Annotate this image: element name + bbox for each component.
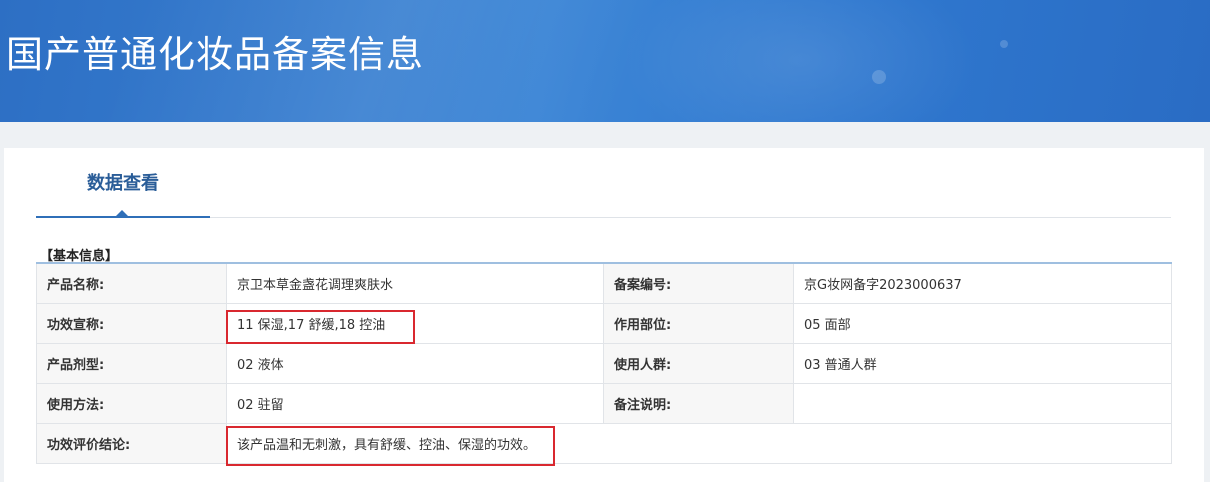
tab-data-view[interactable]: 数据查看 xyxy=(36,148,210,218)
tab-active-caret-icon xyxy=(115,210,129,217)
efficacy-claim-label: 功效宣称: xyxy=(36,302,227,344)
remarks-label: 备注说明: xyxy=(603,382,794,424)
content-card: 数据查看 【基本信息】 产品名称: 京卫本草金盏花调理爽肤水 备案编号: 京G妆… xyxy=(4,148,1204,482)
target-population-label: 使用人群: xyxy=(603,342,794,384)
target-population-value: 03 普通人群 xyxy=(793,342,1172,384)
product-name-label: 产品名称: xyxy=(36,262,227,304)
application-area-value: 05 面部 xyxy=(793,302,1172,344)
record-number-value: 京G妆网备字2023000637 xyxy=(793,262,1172,304)
tab-bar: 数据查看 xyxy=(36,148,1171,218)
page-banner: 国产普通化妆品备案信息 xyxy=(0,0,1210,122)
banner-glow xyxy=(620,0,980,122)
dosage-form-value: 02 液体 xyxy=(226,342,604,384)
table-row: 产品剂型: 02 液体 使用人群: 03 普通人群 xyxy=(36,342,1172,384)
table-row: 使用方法: 02 驻留 备注说明: xyxy=(36,382,1172,424)
table-row: 功效评价结论: 该产品温和无刺激，具有舒缓、控油、保湿的功效。 xyxy=(36,422,1172,464)
efficacy-conclusion-label: 功效评价结论: xyxy=(36,422,227,464)
table-row: 产品名称: 京卫本草金盏花调理爽肤水 备案编号: 京G妆网备字202300063… xyxy=(36,262,1172,304)
efficacy-conclusion-value: 该产品温和无刺激，具有舒缓、控油、保湿的功效。 xyxy=(226,422,1172,464)
usage-method-value: 02 驻留 xyxy=(226,382,604,424)
efficacy-claim-value: 11 保湿,17 舒缓,18 控油 xyxy=(226,302,604,344)
page-title: 国产普通化妆品备案信息 xyxy=(6,33,424,76)
banner-dot xyxy=(872,70,886,84)
dosage-form-label: 产品剂型: xyxy=(36,342,227,384)
record-number-label: 备案编号: xyxy=(603,262,794,304)
table-row: 功效宣称: 11 保湿,17 舒缓,18 控油 作用部位: 05 面部 xyxy=(36,302,1172,344)
usage-method-label: 使用方法: xyxy=(36,382,227,424)
basic-info-table: 产品名称: 京卫本草金盏花调理爽肤水 备案编号: 京G妆网备字202300063… xyxy=(36,262,1172,464)
banner-dot xyxy=(1000,40,1008,48)
remarks-value xyxy=(793,382,1172,424)
application-area-label: 作用部位: xyxy=(603,302,794,344)
product-name-value: 京卫本草金盏花调理爽肤水 xyxy=(226,262,604,304)
